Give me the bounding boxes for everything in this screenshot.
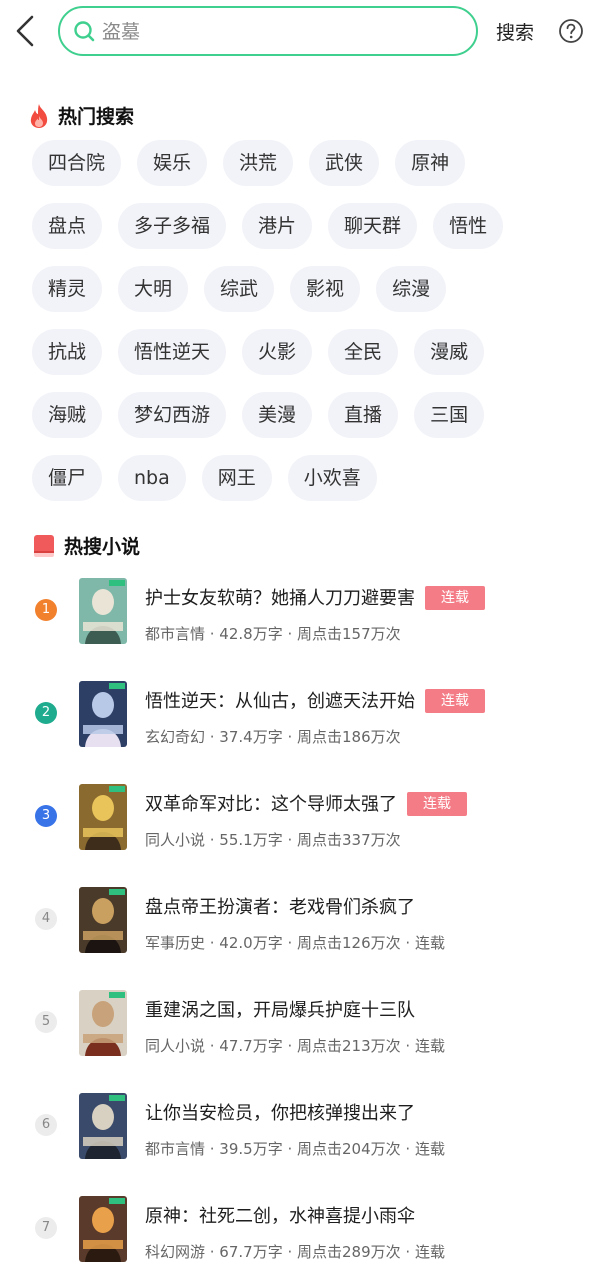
novel-title-row[interactable]: 让你当安检员，你把核弹搜出来了 — [145, 1099, 415, 1125]
novel-item[interactable]: 2 悟性逆天：从仙古，创遮天法开始 连载玄幻奇幻 · 37.4万字 · 周点击186… — [0, 681, 594, 784]
hot-search-tag[interactable]: 聊天群 — [328, 203, 418, 249]
hot-search-tag[interactable]: 僵尸 — [32, 455, 103, 501]
tag-row: 四合院 娱乐 洪荒 武侠 原神 — [32, 140, 572, 186]
hot-search-tag[interactable]: 梦幻西游 — [118, 392, 227, 438]
rank-badge: 5 — [35, 1011, 57, 1033]
tag-row: 盘点 多子多福 港片 聊天群 悟性 — [32, 203, 572, 249]
novel-meta: 同人小说 · 55.1万字 · 周点击337万次 — [145, 831, 401, 849]
hot-search-header: 热门搜索 — [28, 102, 134, 129]
tag-row: 抗战 悟性逆天 火影 全民 漫威 — [32, 329, 572, 375]
serializing-badge: 连载 — [425, 586, 485, 610]
help-icon[interactable] — [558, 18, 584, 44]
novel-item[interactable]: 7 原神：社死二创，水神喜提小雨伞科幻网游 · 67.7万字 · 周点击289万次… — [0, 1196, 594, 1280]
search-button[interactable]: 搜索 — [496, 18, 534, 45]
novel-title[interactable]: 护士女友软萌？她捅人刀刀避要害 — [145, 588, 415, 609]
hot-search-tag[interactable]: 武侠 — [309, 140, 380, 186]
hot-search-tag[interactable]: 盘点 — [32, 203, 103, 249]
hot-search-tag[interactable]: 悟性逆天 — [118, 329, 227, 375]
hot-search-tag[interactable]: 火影 — [242, 329, 313, 375]
novel-item[interactable]: 3 双革命军对比：这个导师太强了 连载 同人小说 · 55.1万字 · 周点击337万… — [0, 784, 594, 887]
back-button[interactable] — [10, 14, 40, 48]
rank-badge: 6 — [35, 1114, 57, 1136]
novel-item[interactable]: 6 让你当安检员，你把核弹搜出来了都市言情 · 39.5万字 · 周点击204万次… — [0, 1093, 594, 1196]
hot-search-tag[interactable]: 网王 — [201, 455, 272, 501]
hot-search-tag[interactable]: nba — [118, 455, 186, 501]
hot-novels-title: 热搜小说 — [64, 536, 141, 558]
tag-row: 精灵 大明 综武 影视 综漫 — [32, 266, 572, 312]
novel-title[interactable]: 悟性逆天：从仙古，创遮天法开始 — [145, 691, 415, 712]
hot-novels-list: 1 护士女友软萌？她捅人刀刀避要害 连载 都市言情 · 42.8万字 · 周点击157… — [0, 578, 594, 1280]
rank-badge: 2 — [35, 702, 57, 724]
hot-search-tag[interactable]: 四合院 — [32, 140, 122, 186]
book-cover-image[interactable] — [79, 1196, 127, 1262]
novel-title-row[interactable]: 悟性逆天：从仙古，创遮天法开始 连载 — [145, 687, 485, 713]
novel-item[interactable]: 4 盘点帝王扮演者：老戏骨们杀疯了军事历史 · 42.0万字 · 周点击126万次… — [0, 887, 594, 990]
hot-search-tag[interactable]: 海贼 — [32, 392, 103, 438]
hot-search-tag[interactable]: 娱乐 — [137, 140, 208, 186]
novel-meta: 科幻网游 · 67.7万字 · 周点击289万次 · 连载 — [145, 1243, 445, 1261]
novel-item[interactable]: 5 重建涡之国，开局爆兵护庭十三队同人小说 · 47.7万字 · 周点击213万次… — [0, 990, 594, 1093]
hot-search-tag[interactable]: 原神 — [395, 140, 466, 186]
fire-icon — [30, 103, 48, 128]
hot-search-tag[interactable]: 小欢喜 — [287, 455, 377, 501]
rank-badge: 3 — [35, 805, 57, 827]
book-cover-image[interactable] — [79, 681, 127, 747]
tag-row: 海贼 梦幻西游 美漫 直播 三国 — [32, 392, 572, 438]
hot-search-tag[interactable]: 洪荒 — [223, 140, 294, 186]
book-cover-image[interactable] — [79, 578, 127, 644]
hot-search-tag[interactable]: 大明 — [118, 266, 189, 312]
search-header: 搜索 — [0, 0, 594, 64]
hot-search-tag[interactable]: 悟性 — [433, 203, 504, 249]
novel-meta: 玄幻奇幻 · 37.4万字 · 周点击186万次 — [145, 728, 401, 746]
rank-badge: 1 — [35, 599, 57, 621]
hot-search-tag[interactable]: 影视 — [290, 266, 361, 312]
hot-novels-header: 热搜小说 — [32, 532, 140, 559]
hot-search-tag[interactable]: 多子多福 — [118, 203, 227, 249]
hot-search-tag[interactable]: 美漫 — [242, 392, 313, 438]
hot-search-tag[interactable]: 抗战 — [32, 329, 103, 375]
hot-search-tag[interactable]: 三国 — [414, 392, 485, 438]
hot-search-tags: 四合院 娱乐 洪荒 武侠 原神 盘点 多子多福 港片 聊天群 悟性 精灵 大明 综武 影视 综漫 抗战 悟性逆天… — [32, 140, 572, 518]
search-icon — [74, 21, 95, 42]
novel-title[interactable]: 盘点帝王扮演者：老戏骨们杀疯了 — [145, 897, 415, 918]
novel-meta: 都市言情 · 39.5万字 · 周点击204万次 · 连载 — [145, 1140, 445, 1158]
hot-search-tag[interactable]: 全民 — [328, 329, 399, 375]
search-input[interactable] — [102, 18, 462, 46]
hot-search-tag[interactable]: 综漫 — [376, 266, 447, 312]
novel-meta: 军事历史 · 42.0万字 · 周点击126万次 · 连载 — [145, 934, 445, 952]
back-arrow-icon — [16, 15, 34, 47]
serializing-badge: 连载 — [407, 792, 467, 816]
search-box[interactable] — [58, 6, 478, 56]
hot-search-title: 热门搜索 — [58, 106, 135, 128]
hot-search-tag[interactable]: 直播 — [328, 392, 399, 438]
book-cover-image[interactable] — [79, 1093, 127, 1159]
book-cover-image[interactable] — [79, 990, 127, 1056]
novel-title-row[interactable]: 重建涡之国，开局爆兵护庭十三队 — [145, 996, 415, 1022]
rank-badge: 7 — [35, 1217, 57, 1239]
novel-title[interactable]: 原神：社死二创，水神喜提小雨伞 — [145, 1206, 415, 1227]
novel-title[interactable]: 双革命军对比：这个导师太强了 — [145, 794, 397, 815]
hot-search-tag[interactable]: 漫威 — [414, 329, 485, 375]
novel-item[interactable]: 1 护士女友软萌？她捅人刀刀避要害 连载都市言情 · 42.8万字 · 周点击157… — [0, 578, 594, 681]
novel-meta: 都市言情 · 42.8万字 · 周点击157万次 — [145, 625, 401, 643]
book-cover-image[interactable] — [79, 784, 127, 850]
serializing-badge: 连载 — [425, 689, 485, 713]
novel-meta: 同人小说 · 47.7万字 · 周点击213万次 · 连载 — [145, 1037, 445, 1055]
tag-row: 僵尸 nba 网王 小欢喜 — [32, 455, 572, 501]
novel-title-row[interactable]: 护士女友软萌？她捅人刀刀避要害 连载 — [145, 584, 485, 610]
hot-search-tag[interactable]: 综武 — [204, 266, 275, 312]
hot-search-tag[interactable]: 精灵 — [32, 266, 103, 312]
novel-title-row[interactable]: 双革命军对比：这个导师太强了 连载 — [145, 790, 467, 816]
book-cover-image[interactable] — [79, 887, 127, 953]
novel-title-row[interactable]: 原神：社死二创，水神喜提小雨伞 — [145, 1202, 415, 1228]
novel-title[interactable]: 让你当安检员，你把核弹搜出来了 — [145, 1103, 415, 1124]
book-icon — [34, 534, 54, 557]
novel-title-row[interactable]: 盘点帝王扮演者：老戏骨们杀疯了 — [145, 893, 415, 919]
novel-title[interactable]: 重建涡之国，开局爆兵护庭十三队 — [145, 1000, 415, 1021]
hot-search-tag[interactable]: 港片 — [242, 203, 313, 249]
rank-badge: 4 — [35, 908, 57, 930]
